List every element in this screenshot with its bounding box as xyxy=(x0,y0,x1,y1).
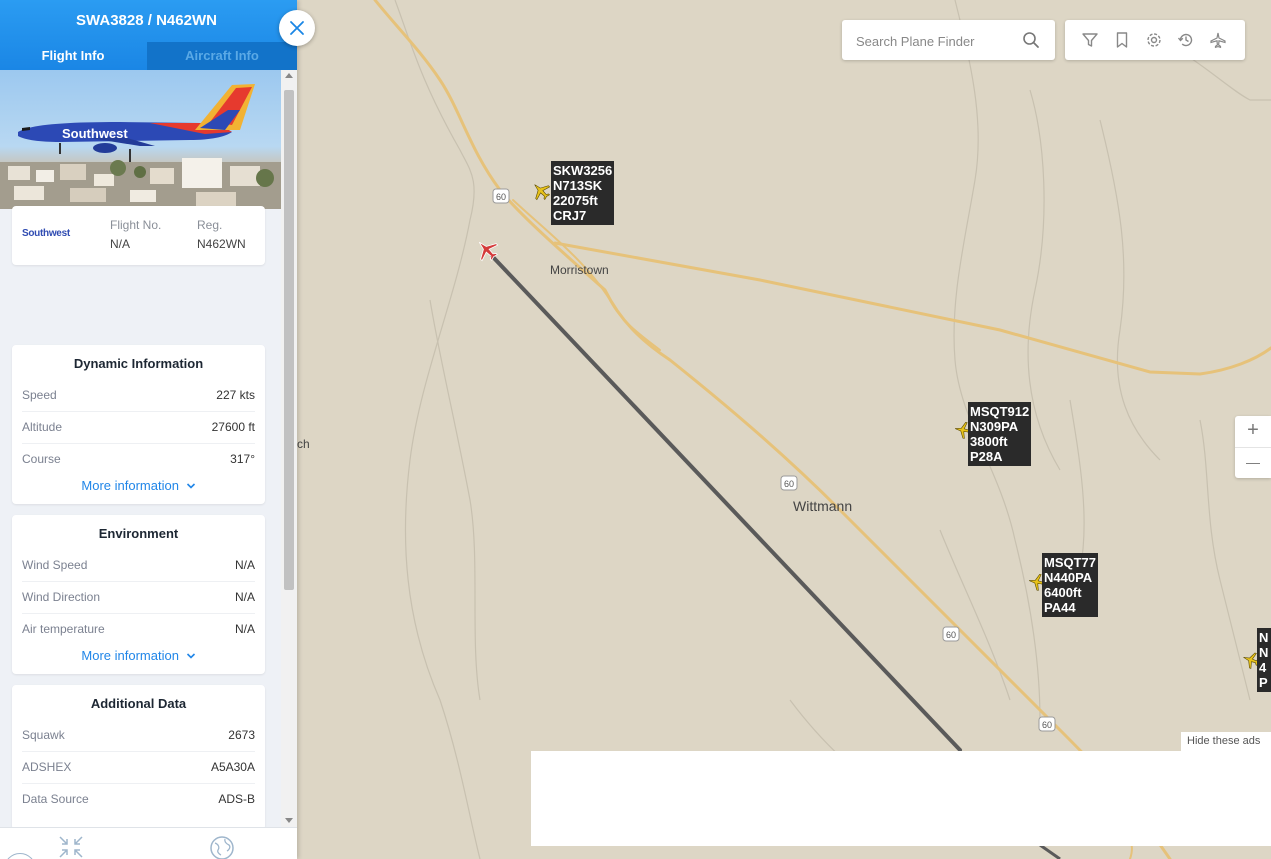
flight-no-label: Flight No. xyxy=(110,218,162,232)
aircraft-label[interactable]: N N 4 P xyxy=(1257,628,1271,692)
place-label-wittmann: Wittmann xyxy=(793,498,853,514)
info-row: ADSHEX A5A30A xyxy=(22,751,255,784)
svg-text:60: 60 xyxy=(784,479,794,489)
tab-aircraft-info[interactable]: Aircraft Info xyxy=(147,42,297,70)
aircraft-label[interactable]: MSQT912 N309PA 3800ft P28A xyxy=(968,402,1032,466)
zoom-control: + — xyxy=(1235,416,1271,478)
airline-logo: Southwest xyxy=(22,228,70,239)
svg-text:60: 60 xyxy=(496,192,506,202)
row-value: 317° xyxy=(230,452,255,466)
row-label: Wind Speed xyxy=(22,558,88,572)
info-row: Altitude 27600 ft xyxy=(22,411,255,444)
search-icon[interactable] xyxy=(1022,31,1040,49)
hide-ads-link[interactable]: Hide these ads xyxy=(1181,732,1271,751)
history-icon[interactable] xyxy=(1177,31,1195,49)
row-label: Squawk xyxy=(22,728,65,742)
chevron-down-icon xyxy=(186,483,195,489)
globe-icon[interactable] xyxy=(208,835,236,859)
more-information-label: More information xyxy=(81,478,179,493)
card-title: Additional Data xyxy=(90,696,187,711)
place-label-clipped: ch xyxy=(297,437,310,451)
settings-gear-icon[interactable] xyxy=(1145,31,1163,49)
svg-text:Southwest: Southwest xyxy=(62,126,128,141)
row-value: 227 kts xyxy=(216,388,255,402)
row-label: Air temperature xyxy=(22,622,105,636)
reg-label: Reg. xyxy=(197,218,223,232)
map-toolbar xyxy=(1065,20,1245,60)
row-value: 27600 ft xyxy=(211,420,255,434)
aircraft-label[interactable]: SKW3256 N713SK 22075ft CRJ7 xyxy=(551,161,615,225)
info-row: Wind Speed N/A xyxy=(22,549,255,582)
flight-info-panel: SWA3828 / N462WN Flight Info Aircraft In… xyxy=(0,0,297,859)
aircraft-label[interactable]: MSQT77 N440PA 6400ft PA44 xyxy=(1042,553,1099,617)
info-row: Speed 227 kts xyxy=(22,379,255,412)
row-label: Data Source xyxy=(22,792,89,806)
svg-text:60: 60 xyxy=(946,630,956,640)
row-value: 2673 xyxy=(228,728,255,742)
footer-circle-icon xyxy=(4,853,36,859)
close-panel-button[interactable] xyxy=(279,10,315,46)
additional-data-card: Additional Data Squawk 2673 ADSHEX A5A30… xyxy=(12,685,265,830)
more-information-link[interactable]: More information xyxy=(12,478,265,493)
row-value: A5A30A xyxy=(210,760,255,774)
panel-header: SWA3828 / N462WN Flight Info Aircraft In… xyxy=(0,0,297,70)
more-information-label: More information xyxy=(81,648,179,663)
aircraft-photo: Southwest xyxy=(0,70,281,209)
place-label-morristown: Morristown xyxy=(550,263,609,277)
row-label: Altitude xyxy=(22,420,63,434)
row-label: Course xyxy=(22,452,61,466)
info-row: Air temperature N/A xyxy=(22,613,255,645)
bookmark-icon[interactable] xyxy=(1113,31,1131,49)
collapse-arrows-icon[interactable] xyxy=(58,835,84,859)
panel-footer xyxy=(0,827,297,859)
card-title: Environment xyxy=(98,526,179,541)
filter-icon[interactable] xyxy=(1081,31,1099,49)
row-label: Speed xyxy=(22,388,57,402)
info-row: Data Source ADS-B xyxy=(22,783,255,815)
search-input[interactable] xyxy=(854,30,1018,52)
dynamic-information-card: Dynamic Information Speed 227 kts Altitu… xyxy=(12,345,265,504)
row-value: N/A xyxy=(234,622,255,636)
zoom-in-button[interactable]: + xyxy=(1235,416,1271,446)
row-value: N/A xyxy=(234,590,255,604)
flight-no-value: N/A xyxy=(110,237,131,251)
route-shield-icon: 60 xyxy=(1038,716,1056,732)
environment-card: Environment Wind Speed N/A Wind Directio… xyxy=(12,515,265,674)
panel-title: SWA3828 / N462WN xyxy=(76,12,217,29)
route-shield-icon: 60 xyxy=(492,188,510,204)
card-title: Dynamic Information xyxy=(73,356,204,371)
row-value: ADS-B xyxy=(218,792,255,806)
close-icon xyxy=(290,21,304,35)
info-row: Wind Direction N/A xyxy=(22,581,255,614)
row-label: ADSHEX xyxy=(22,760,72,774)
reg-value: N462WN xyxy=(197,237,246,251)
ad-banner xyxy=(531,751,1271,846)
scrollbar-thumb[interactable] xyxy=(284,90,294,590)
flight-identity-card: Southwest Flight No. N/A Reg. N462WN xyxy=(12,206,265,265)
zoom-out-button[interactable]: — xyxy=(1235,447,1271,478)
aircraft-icon[interactable] xyxy=(528,178,553,203)
tab-flight-info[interactable]: Flight Info xyxy=(0,42,146,70)
row-value: N/A xyxy=(234,558,255,572)
aircraft-photo-image: Southwest xyxy=(0,84,281,209)
more-information-link[interactable]: More information xyxy=(12,648,265,663)
aircraft-settings-icon[interactable] xyxy=(1209,31,1227,49)
route-shield-icon: 60 xyxy=(942,626,960,642)
info-row: Course 317° xyxy=(22,443,255,475)
row-label: Wind Direction xyxy=(22,590,101,604)
search-box xyxy=(842,20,1055,60)
chevron-down-icon xyxy=(186,653,195,659)
route-shield-icon: 60 xyxy=(780,475,798,491)
panel-scrollbar[interactable] xyxy=(281,70,297,827)
svg-text:60: 60 xyxy=(1042,720,1052,730)
info-row: Squawk 2673 xyxy=(22,719,255,752)
